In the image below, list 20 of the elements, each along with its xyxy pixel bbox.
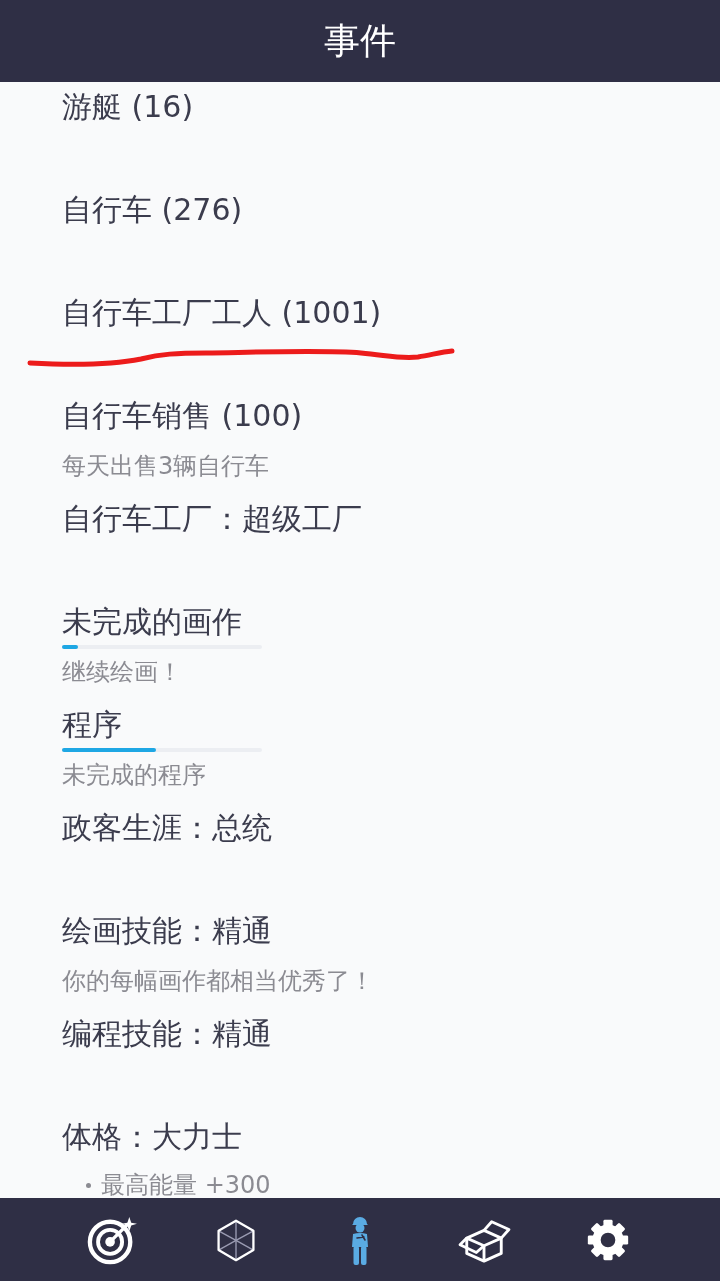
event-title: 自行车工厂：超级工厂 xyxy=(62,500,362,538)
bullet-icon xyxy=(86,1182,91,1188)
event-description: 每天出售3辆自行车 xyxy=(62,451,270,481)
event-title: 绘画技能：精通 xyxy=(62,912,272,950)
event-title: 自行车 (276) xyxy=(62,191,243,229)
event-title: 编程技能：精通 xyxy=(62,1015,272,1053)
event-title: 自行车销售 (100) xyxy=(62,397,303,435)
effect-text: 最高能量 +300 xyxy=(101,1170,271,1198)
event-title: 政客生涯：总统 xyxy=(62,809,272,847)
settings-icon xyxy=(586,1217,630,1262)
event-description: 你的每幅画作都相当优秀了！ xyxy=(62,966,374,996)
header-title: 事件 xyxy=(324,19,396,63)
event-description: 继续绘画！ xyxy=(62,657,182,687)
event-title: 自行车工厂工人 (1001) xyxy=(62,294,382,332)
event-title: 体格：大力士 xyxy=(62,1118,242,1156)
event-title: 程序 xyxy=(62,706,122,744)
event-description: 未完成的程序 xyxy=(62,760,206,790)
event-title: 游艇 (16) xyxy=(62,88,194,126)
event-title: 未完成的画作 xyxy=(62,603,242,641)
cube-icon xyxy=(214,1217,258,1262)
